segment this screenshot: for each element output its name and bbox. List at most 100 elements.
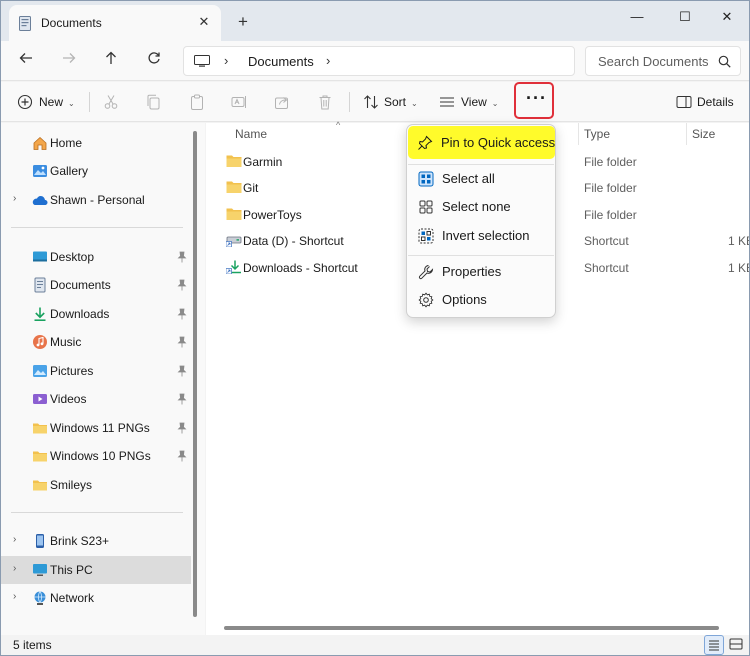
new-tab-button[interactable]: +	[233, 13, 253, 33]
search-icon	[718, 55, 731, 68]
cut-icon[interactable]	[103, 94, 119, 110]
sidebar-item-network[interactable]: › Network	[1, 584, 191, 612]
delete-icon[interactable]	[317, 94, 333, 110]
sidebar-item-music[interactable]: Music	[1, 328, 191, 356]
documents-icon	[34, 277, 46, 293]
breadcrumb-separator[interactable]: ›	[224, 53, 228, 68]
breadcrumb-separator[interactable]: ›	[326, 53, 330, 68]
pin-icon	[177, 279, 187, 291]
file-name: Git	[243, 181, 259, 195]
close-window-button[interactable]: ✕	[705, 3, 749, 31]
sidebar-item-pictures[interactable]: Pictures	[1, 357, 191, 385]
column-header-name[interactable]: Name	[235, 127, 267, 141]
file-name: Downloads - Shortcut	[243, 261, 358, 275]
menu-item-pin-to-quick-access[interactable]: Pin to Quick access	[408, 126, 555, 159]
sidebar-item-onedrive[interactable]: › Shawn - Personal	[1, 186, 191, 214]
sidebar-item-brink-s23[interactable]: › Brink S23+	[1, 527, 191, 555]
search-box[interactable]: Search Documents	[585, 46, 741, 76]
sidebar-item-smileys[interactable]: Smileys	[1, 471, 191, 499]
menu-item-label: Options	[442, 292, 487, 307]
maximize-button[interactable]: ☐	[663, 3, 707, 31]
column-divider[interactable]	[686, 123, 687, 145]
chevron-right-icon[interactable]: ›	[13, 563, 16, 574]
copy-icon[interactable]	[145, 94, 161, 110]
tiles-view-button[interactable]	[727, 635, 747, 655]
file-name: PowerToys	[243, 208, 302, 222]
back-button[interactable]	[13, 48, 39, 74]
close-tab-icon[interactable]: ✕	[195, 13, 213, 31]
refresh-button[interactable]	[141, 48, 167, 74]
tiles-view-icon	[729, 638, 743, 650]
menu-item-options[interactable]: Options	[409, 286, 553, 314]
sidebar-item-label: Videos	[50, 392, 87, 406]
menu-item-select-none[interactable]: Select none	[409, 193, 553, 221]
up-button[interactable]	[98, 48, 124, 74]
sidebar-item-windows-11-pngs[interactable]: Windows 11 PNGs	[1, 414, 191, 442]
menu-item-label: Select all	[442, 171, 495, 186]
pin-icon	[418, 135, 433, 150]
pc-icon	[194, 55, 210, 67]
search-input[interactable]: Search Documents	[598, 54, 709, 69]
details-button[interactable]: Details	[697, 90, 734, 114]
menu-item-select-all[interactable]: Select all	[409, 165, 553, 193]
command-separator	[89, 92, 90, 112]
rename-icon[interactable]	[231, 94, 247, 110]
sidebar-item-videos[interactable]: Videos	[1, 385, 191, 413]
command-bar: New ⌄ Sort ⌄ View ⌄ ··· Details	[1, 82, 749, 122]
sidebar-item-label: Desktop	[50, 250, 95, 264]
sidebar-item-label: Network	[50, 591, 95, 605]
paste-icon[interactable]	[189, 94, 205, 110]
share-icon[interactable]	[274, 94, 290, 110]
folder-icon	[33, 480, 47, 491]
drive-shortcut-icon	[226, 236, 242, 247]
select-all-icon	[418, 171, 434, 187]
folder-icon	[226, 208, 242, 220]
sidebar-item-desktop[interactable]: Desktop	[1, 243, 191, 271]
address-bar[interactable]: › Documents ›	[183, 46, 575, 76]
minimize-button[interactable]: —	[615, 3, 659, 31]
arrow-left-icon	[19, 53, 32, 63]
pin-icon	[177, 308, 187, 320]
chevron-down-icon: ⌄	[491, 99, 499, 108]
view-label: View	[461, 95, 487, 109]
onedrive-icon	[32, 196, 48, 205]
details-pane-icon	[676, 96, 692, 108]
sort-button[interactable]: Sort ⌄	[384, 90, 418, 114]
see-more-button[interactable]: ···	[514, 82, 554, 119]
details-view-button[interactable]	[704, 635, 724, 655]
select-none-icon	[419, 200, 433, 214]
horizontal-scrollbar[interactable]	[224, 626, 719, 630]
chevron-right-icon[interactable]: ›	[13, 591, 16, 602]
nav-divider	[11, 512, 183, 513]
gear-icon	[418, 292, 434, 308]
sidebar-item-documents[interactable]: Documents	[1, 271, 191, 299]
forward-button[interactable]	[56, 48, 82, 74]
column-header-size[interactable]: Size	[692, 127, 715, 141]
breadcrumb-documents[interactable]: Documents	[248, 54, 314, 69]
sidebar-item-home[interactable]: Home	[1, 129, 191, 157]
menu-item-properties[interactable]: Properties	[409, 258, 553, 286]
column-divider[interactable]	[578, 123, 579, 145]
file-name: Data (D) - Shortcut	[243, 234, 344, 248]
folder-icon	[33, 451, 47, 462]
sidebar-item-label: Smileys	[50, 478, 93, 492]
sidebar-item-gallery[interactable]: Gallery	[1, 157, 191, 185]
tab-documents[interactable]: Documents ✕	[9, 5, 221, 41]
pin-icon	[177, 422, 187, 434]
chevron-right-icon[interactable]: ›	[13, 193, 16, 204]
view-button[interactable]: View ⌄	[461, 90, 499, 114]
pin-icon	[177, 450, 187, 462]
invert-selection-icon	[418, 228, 434, 244]
pin-icon	[177, 393, 187, 405]
menu-separator	[408, 255, 554, 256]
sidebar-item-label: Gallery	[50, 164, 89, 178]
sidebar-item-this-pc[interactable]: › This PC	[1, 556, 191, 584]
menu-item-invert-selection[interactable]: Invert selection	[409, 222, 553, 250]
sidebar-item-windows-10-pngs[interactable]: Windows 10 PNGs	[1, 442, 191, 470]
column-header-type[interactable]: Type	[584, 127, 610, 141]
file-size: 1 KB	[728, 261, 749, 275]
chevron-right-icon[interactable]: ›	[13, 534, 16, 545]
nav-scrollbar[interactable]	[193, 131, 197, 617]
sidebar-item-downloads[interactable]: Downloads	[1, 300, 191, 328]
new-button[interactable]: New ⌄	[39, 90, 75, 114]
